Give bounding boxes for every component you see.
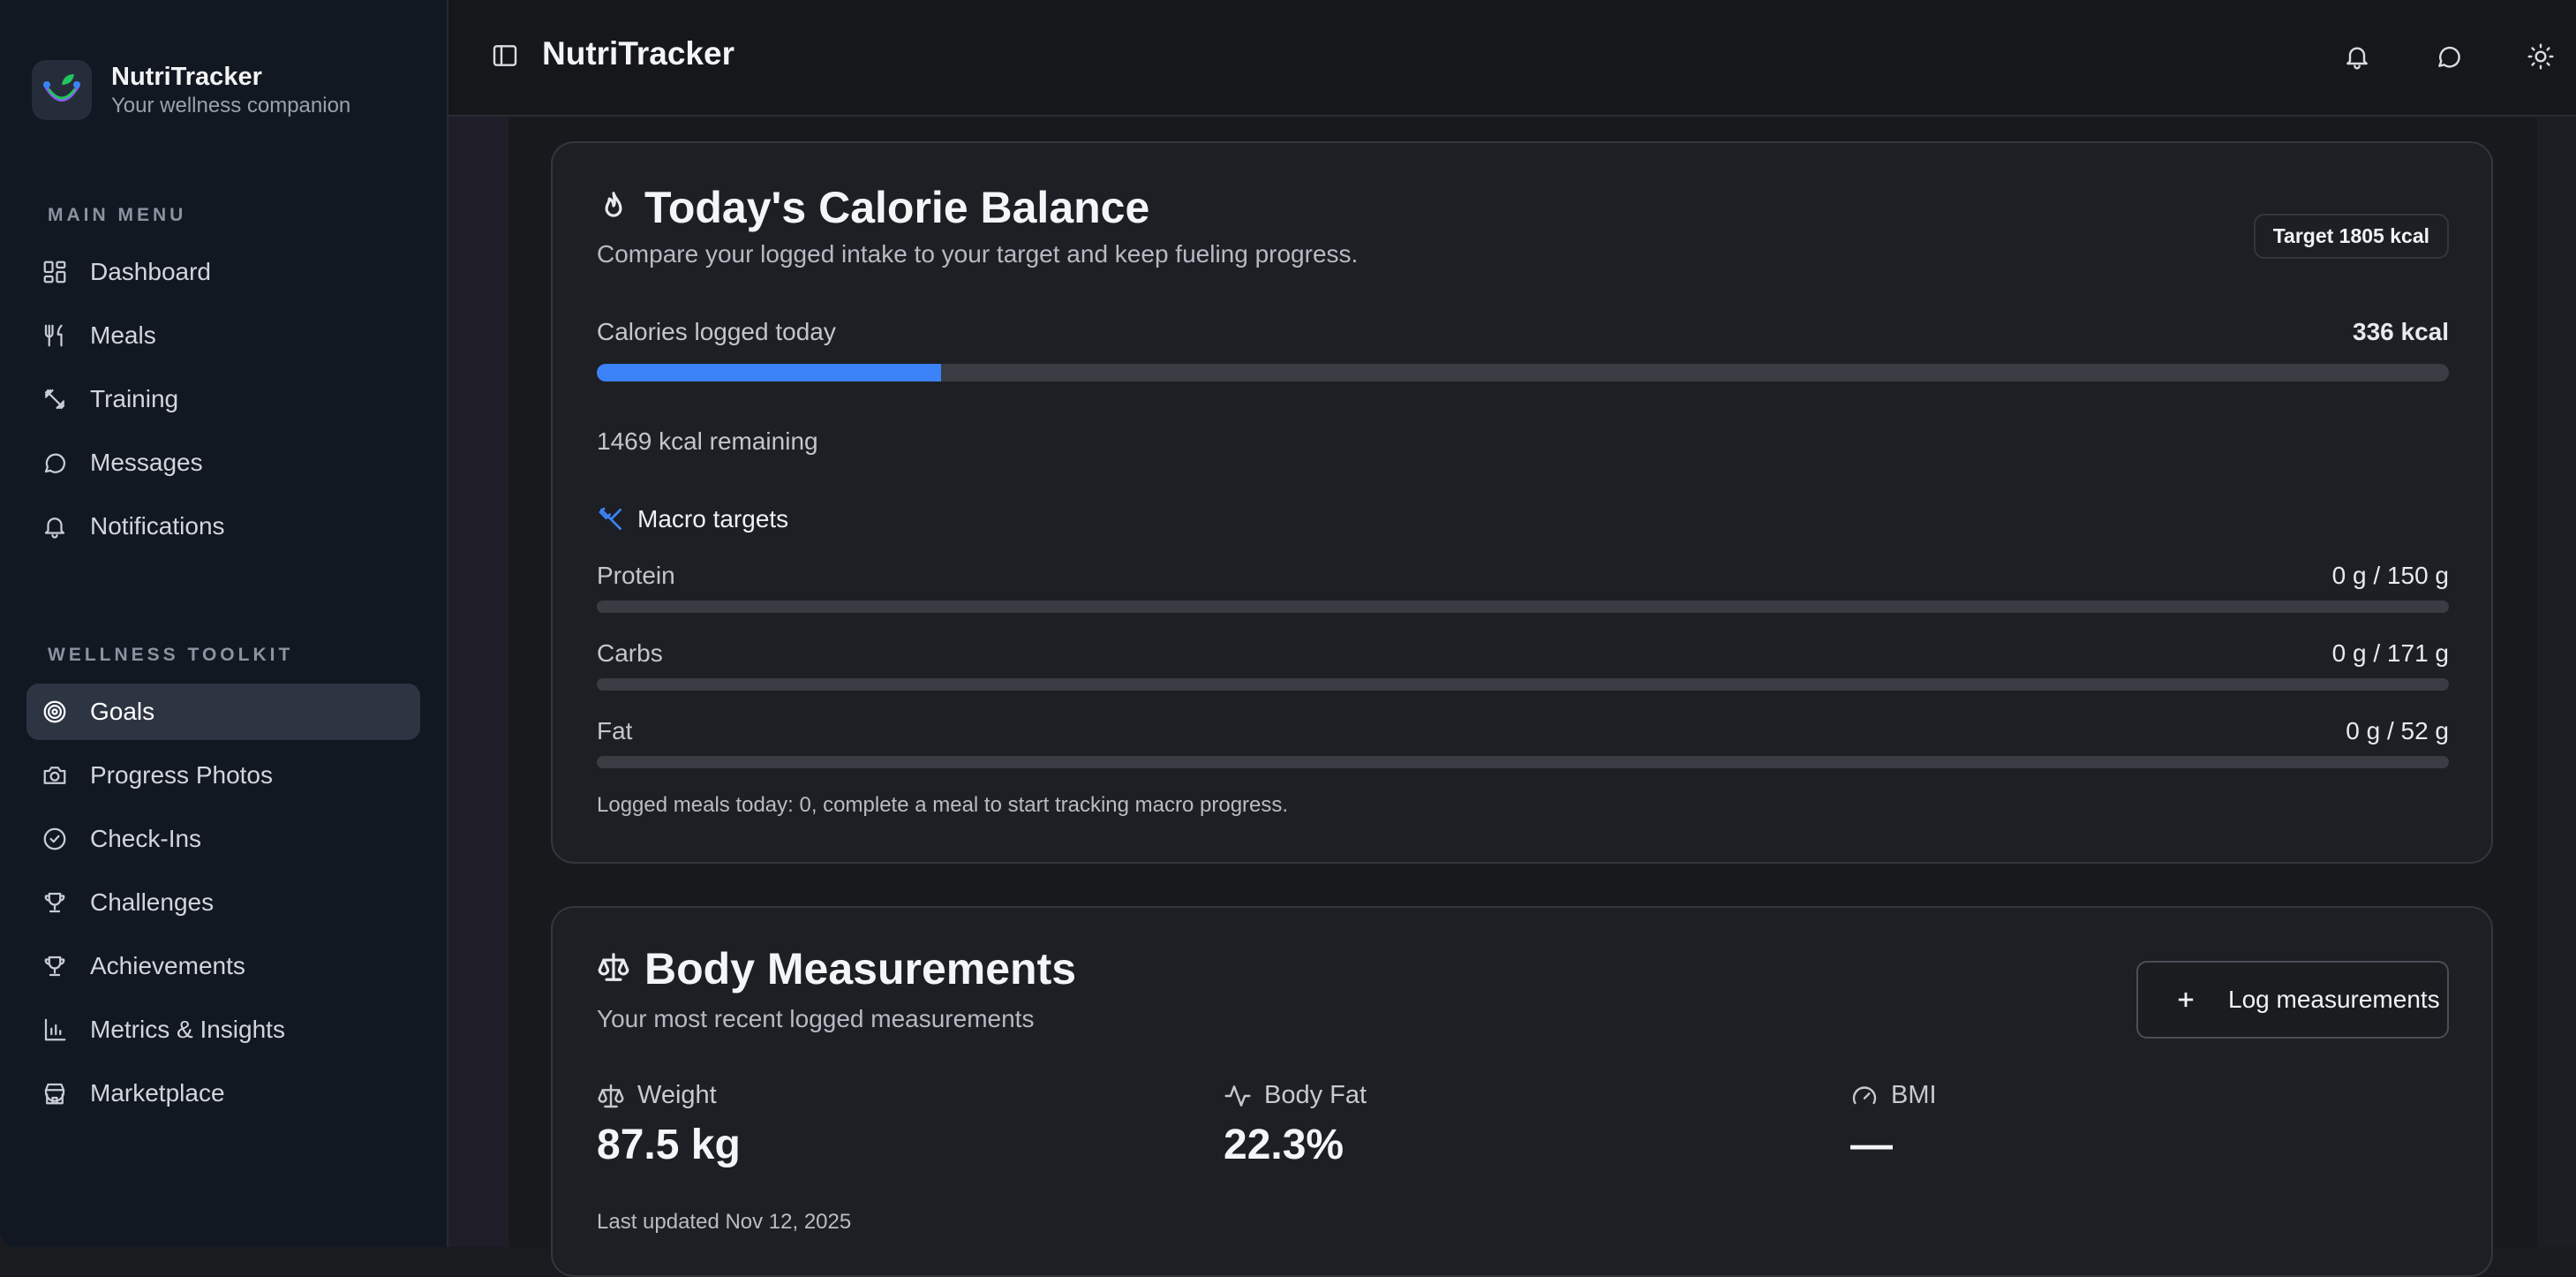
macro-protein-label: Protein	[597, 562, 675, 589]
calories-logged-value: 336 kcal	[2353, 318, 2449, 345]
sidebar-item-label: Achievements	[90, 952, 245, 979]
scroll-gutter	[2537, 117, 2576, 1247]
card-title: Body Measurements	[644, 944, 1077, 994]
sidebar-item-meals[interactable]: Meals	[26, 307, 420, 364]
card-subtitle: Compare your logged intake to your targe…	[597, 240, 1359, 268]
store-icon	[41, 1079, 69, 1107]
bell-icon	[2346, 47, 2368, 70]
sidebar-item-label: Messages	[90, 449, 203, 476]
metric-value: 22.3%	[1224, 1122, 1344, 1168]
message-icon	[41, 449, 69, 477]
scale-icon	[598, 1084, 624, 1107]
macro-fat-bar	[597, 756, 2449, 768]
sidebar-item-achievements[interactable]: Achievements	[26, 938, 420, 994]
messages-button[interactable]	[2429, 37, 2468, 76]
sidebar-item-training[interactable]: Training	[26, 371, 420, 427]
sidebar-item-messages[interactable]: Messages	[26, 434, 420, 491]
sidebar-item-label: Marketplace	[90, 1079, 225, 1107]
sidebar-item-challenges[interactable]: Challenges	[26, 874, 420, 931]
dumbbell-icon	[41, 385, 69, 413]
sidebar-item-label: Goals	[90, 698, 155, 725]
trophy-icon	[41, 888, 69, 917]
body-measurements-card: Body Measurements Your most recent logge…	[551, 906, 2493, 1277]
sidebar-item-marketplace[interactable]: Marketplace	[26, 1065, 420, 1122]
sidebar-item-label: Training	[90, 385, 179, 412]
log-measurements-button[interactable]: Log measurements	[2136, 961, 2449, 1039]
metric-label: BMI	[1891, 1081, 1937, 1109]
calories-logged-label: Calories logged today	[597, 318, 836, 345]
sun-icon	[2527, 43, 2554, 70]
macro-targets-label: Macro targets	[637, 505, 789, 533]
macro-carbs-label: Carbs	[597, 639, 663, 667]
panel-left-icon	[493, 44, 517, 66]
sidebar-toggle-button[interactable]	[489, 41, 521, 72]
sidebar-item-progress-photos[interactable]: Progress Photos	[26, 747, 420, 804]
metric-label: Body Fat	[1264, 1081, 1367, 1109]
calorie-progress-fill	[597, 364, 942, 382]
metric-body-fat: Body Fat 22.3%	[1224, 1081, 1367, 1169]
plus-icon	[2178, 992, 2194, 1008]
card-subtitle: Your most recent logged measurements	[597, 1005, 1035, 1032]
macro-fat-label: Fat	[597, 717, 633, 744]
activity-icon	[1224, 1084, 1251, 1107]
sidebar-item-dashboard[interactable]: Dashboard	[26, 244, 420, 300]
sidebar-item-label: Notifications	[90, 512, 225, 540]
target-icon	[41, 698, 69, 726]
notifications-button[interactable]	[2338, 37, 2376, 76]
calorie-balance-card: Today's Calorie Balance Compare your log…	[551, 141, 2493, 864]
macro-carbs-bar	[597, 678, 2449, 691]
scale-icon	[597, 950, 630, 988]
sidebar-item-label: Metrics & Insights	[90, 1016, 285, 1043]
sidebar-item-label: Dashboard	[90, 258, 211, 285]
gauge-icon	[1852, 1085, 1877, 1104]
macro-protein-value: 0 g / 150 g	[2331, 562, 2449, 589]
camera-icon	[41, 761, 69, 790]
bar-chart-icon	[41, 1016, 69, 1044]
top-header: NutriTracker	[448, 0, 2576, 117]
metric-value: 87.5 kg	[597, 1122, 741, 1168]
calories-remaining: 1469 kcal remaining	[597, 427, 818, 455]
metric-label: Weight	[637, 1081, 717, 1109]
brand-tagline: Your wellness companion	[111, 94, 351, 117]
theme-toggle-button[interactable]	[2521, 37, 2560, 76]
message-icon	[2438, 46, 2460, 68]
macro-protein-bar	[597, 601, 2449, 613]
page-title: NutriTracker	[542, 35, 734, 72]
dashboard-icon	[41, 258, 69, 286]
log-measurements-label: Log measurements	[2228, 986, 2440, 1013]
bell-icon	[41, 512, 69, 540]
macro-fat-value: 0 g / 52 g	[2346, 717, 2449, 744]
utensils-crossed-icon	[599, 507, 621, 530]
metric-value: —	[1850, 1122, 1893, 1168]
trophy-icon	[41, 952, 69, 980]
macro-targets-heading: Macro targets	[597, 505, 788, 533]
metric-weight: Weight 87.5 kg	[597, 1081, 741, 1169]
last-updated: Last updated Nov 12, 2025	[597, 1210, 852, 1234]
target-badge: Target 1805 kcal	[2253, 214, 2449, 259]
calorie-progress-bar	[597, 364, 2449, 382]
sidebar-item-label: Progress Photos	[90, 761, 273, 789]
flame-icon	[597, 189, 630, 227]
brand[interactable]: NutriTracker Your wellness companion	[32, 60, 350, 120]
sidebar-item-notifications[interactable]: Notifications	[26, 498, 420, 555]
sidebar-item-check-ins[interactable]: Check-Ins	[26, 811, 420, 867]
card-title: Today's Calorie Balance	[644, 183, 1150, 232]
metric-bmi: BMI —	[1850, 1081, 1937, 1169]
check-circle-icon	[41, 825, 69, 853]
main-menu-label: MAIN MENU	[48, 205, 187, 225]
sidebar-item-goals[interactable]: Goals	[26, 684, 420, 740]
wellness-toolkit-menu: Goals Progress Photos Check-Ins Challeng…	[26, 684, 420, 1129]
sidebar-item-label: Meals	[90, 321, 156, 349]
sidebar-item-metrics-insights[interactable]: Metrics & Insights	[26, 1001, 420, 1058]
brand-name: NutriTracker	[111, 63, 262, 91]
main-menu: Dashboard Meals Training Messages Notifi…	[26, 244, 420, 562]
macro-note: Logged meals today: 0, complete a meal t…	[597, 793, 1289, 817]
utensils-icon	[41, 321, 69, 350]
sidebar: NutriTracker Your wellness companion MAI…	[0, 0, 448, 1247]
sidebar-item-label: Check-Ins	[90, 825, 202, 852]
wellness-toolkit-label: WELLNESS TOOLKIT	[48, 645, 294, 665]
sidebar-item-label: Challenges	[90, 888, 215, 916]
macro-carbs-value: 0 g / 171 g	[2331, 639, 2449, 667]
app-logo-icon	[32, 60, 92, 120]
